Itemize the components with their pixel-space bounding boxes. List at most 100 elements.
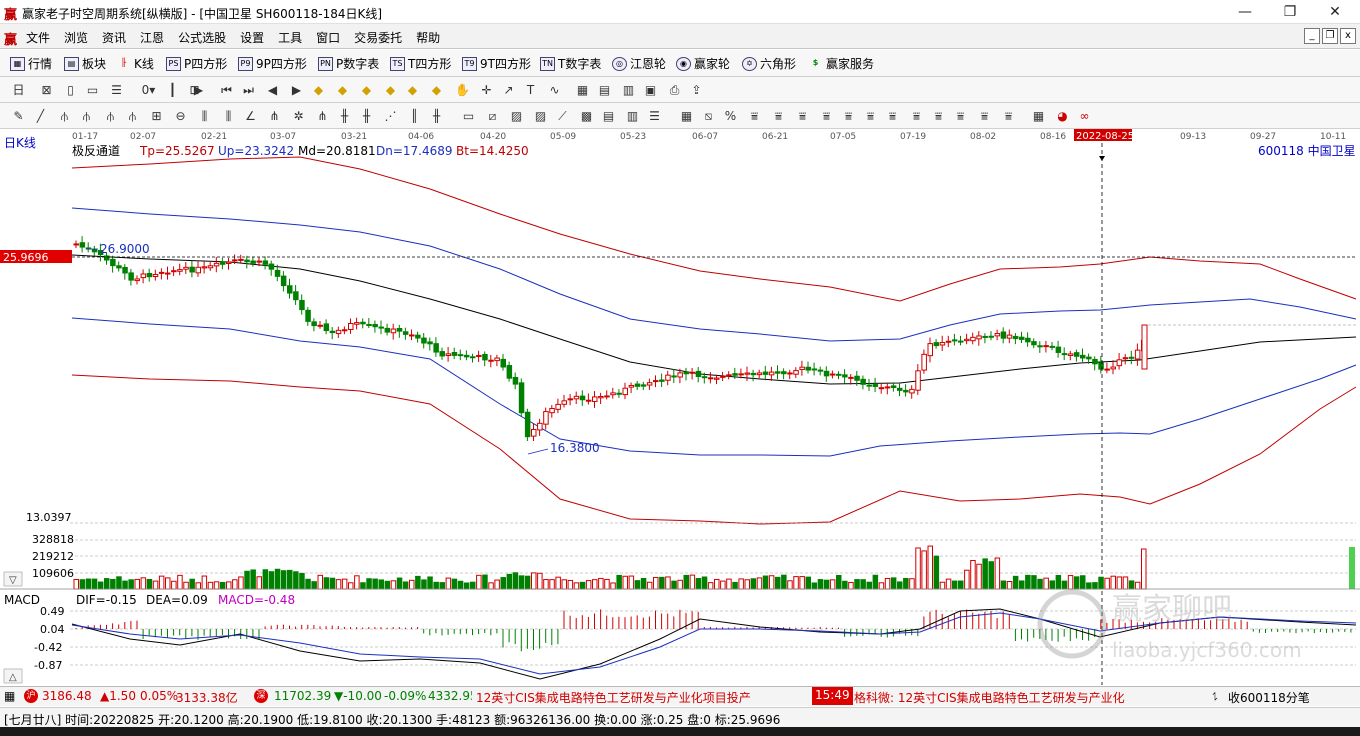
search-stock-icon[interactable]: ⊠ <box>38 82 55 98</box>
cycle-tool-icon[interactable]: ⊞ <box>148 108 165 124</box>
sz-index-value[interactable]: 11702.39 <box>274 689 331 703</box>
toolbar-p-square-button[interactable]: PS P四方形 <box>166 55 227 72</box>
diamond-4-icon[interactable]: ◆ <box>382 82 399 98</box>
tick-data-link[interactable]: 收600118分笔 <box>1228 689 1310 706</box>
fork-tool-icon[interactable]: ⫛ <box>56 108 73 124</box>
scroll-indicator[interactable] <box>1349 547 1355 589</box>
sh-index-value[interactable]: 3186.48 <box>42 689 92 703</box>
export-icon[interactable]: ⇪ <box>688 82 705 98</box>
trend-tool-icon[interactable]: ⟋ <box>554 108 571 124</box>
box-tool-icon[interactable]: ▭ <box>460 108 477 124</box>
news-ticker-2[interactable]: 格科微: 12英寸CIS集成电路特色工艺研发与产业化 <box>854 689 1200 706</box>
hatch-tool-icon[interactable]: ▨ <box>532 108 549 124</box>
period-select-icon[interactable]: 日▾ <box>10 82 27 113</box>
vertical-line-icon[interactable]: ┃ <box>164 82 181 98</box>
diamond-6-icon[interactable]: ◆ <box>428 82 445 98</box>
fill-tool-icon[interactable]: ▩ <box>578 108 595 124</box>
draw-line-icon[interactable]: ↗ <box>500 82 517 98</box>
diamond-5-icon[interactable]: ◆ <box>404 82 421 98</box>
toolbar-9t-square-button[interactable]: T9 9T四方形 <box>462 55 531 72</box>
fib-tool-5-icon[interactable]: ⩸ <box>840 108 857 124</box>
circle-tool-icon[interactable]: ⊖ <box>172 108 189 124</box>
pie-chart-icon[interactable]: ◕ <box>1054 108 1071 124</box>
kline-chart-svg[interactable]: 01-17 02-07 02-21 03-07 03-21 04-06 04-20 05-09… <box>0 129 1360 685</box>
menu-gann[interactable]: 江恩 <box>140 29 164 46</box>
menu-formula[interactable]: 公式选股 <box>178 29 226 46</box>
comb-tool-icon[interactable]: ⫛ <box>102 108 119 124</box>
channel-tool-icon[interactable]: ⫼ <box>220 108 237 124</box>
toolbar-sector-button[interactable]: ▤ 板块 <box>64 55 106 72</box>
minimize-button[interactable]: — <box>1230 2 1260 22</box>
menu-window[interactable]: 窗口 <box>316 29 340 46</box>
market-grid-icon[interactable]: ▦ <box>4 689 15 703</box>
fib-tool-11-icon[interactable]: ⩸ <box>976 108 993 124</box>
wave-tool-icon[interactable]: ∿ <box>546 82 563 98</box>
toolbar-p-table-button[interactable]: PN P数字表 <box>318 55 379 72</box>
close-button[interactable]: ✕ <box>1320 2 1350 22</box>
menu-settings[interactable]: 设置 <box>240 29 264 46</box>
first-icon[interactable]: ⏮ <box>218 82 235 98</box>
square-tool-icon[interactable]: ▨ <box>508 108 525 124</box>
fib-tool-2-icon[interactable]: ⩸ <box>770 108 787 124</box>
rect-fill-icon[interactable]: ▤ <box>600 108 617 124</box>
fib-tool-12-icon[interactable]: ⩸ <box>1000 108 1017 124</box>
save-icon[interactable]: ▣ <box>642 82 659 98</box>
table-view-icon[interactable]: ▦ <box>1030 108 1047 124</box>
next-icon[interactable]: ▶ <box>288 82 305 98</box>
crosshair-icon[interactable]: ✛ <box>478 82 495 98</box>
menu-tools[interactable]: 工具 <box>278 29 302 46</box>
fib-tool-10-icon[interactable]: ⩸ <box>952 108 969 124</box>
diag-tool-icon[interactable]: ⧄ <box>484 108 501 124</box>
calendar-icon[interactable]: ▦ <box>574 82 591 98</box>
mdi-minimize-button[interactable]: _ <box>1304 28 1320 44</box>
pen-tool-icon[interactable]: ✎ <box>10 108 27 124</box>
hlines-tool-icon[interactable]: ╫ <box>428 108 445 124</box>
fib-tool-8-icon[interactable]: ⩸ <box>908 108 925 124</box>
diamond-3-icon[interactable]: ◆ <box>358 82 375 98</box>
data-table-icon[interactable]: ▦ <box>678 108 695 124</box>
list-icon[interactable]: ☰ <box>108 82 125 98</box>
mdi-restore-button[interactable]: ❐ <box>1322 28 1338 44</box>
ratio-tool-icon[interactable]: ⧅ <box>700 108 717 124</box>
menu-info[interactable]: 资讯 <box>102 29 126 46</box>
kline-chart-area[interactable]: 01-17 02-07 02-21 03-07 03-21 04-06 04-20 05-09… <box>0 129 1360 685</box>
play-forward-icon[interactable]: ▶ <box>190 82 207 98</box>
print-icon[interactable]: ⎙ <box>666 82 683 98</box>
toolbar-9p-square-button[interactable]: P9 9P四方形 <box>238 55 307 72</box>
menu-help[interactable]: 帮助 <box>416 29 440 46</box>
parallel-tool-icon[interactable]: ⫼ <box>196 108 213 124</box>
fan-tool-icon[interactable]: ⋔ <box>266 108 283 124</box>
sheet-icon[interactable]: ▥ <box>620 82 637 98</box>
fib-tool-3-icon[interactable]: ⩸ <box>794 108 811 124</box>
menu-trade[interactable]: 交易委托 <box>354 29 402 46</box>
star-tool-icon[interactable]: ✲ <box>290 108 307 124</box>
mdi-close-button[interactable]: x <box>1340 28 1356 44</box>
text-tool-icon[interactable]: T <box>522 82 539 98</box>
columns-tool-icon[interactable]: ▥ <box>624 108 641 124</box>
document-icon[interactable]: ▯ <box>62 82 79 98</box>
diamond-2-icon[interactable]: ◆ <box>334 82 351 98</box>
toolbar-gann-wheel-button[interactable]: ◎ 江恩轮 <box>612 55 666 72</box>
percent-icon[interactable]: % <box>722 108 739 124</box>
toolbar-winner-wheel-button[interactable]: ◉ 赢家轮 <box>676 55 730 72</box>
bar-tool-icon[interactable]: ╫ <box>336 108 353 124</box>
table-icon[interactable]: ▤ <box>596 82 613 98</box>
bars-tool-icon[interactable]: ╫ <box>358 108 375 124</box>
fib-tool-1-icon[interactable]: ⩸ <box>746 108 763 124</box>
toolbar-quote-button[interactable]: ▦ 行情 <box>10 55 52 72</box>
angle-tool-icon[interactable]: ∠ <box>242 108 259 124</box>
hand-icon[interactable]: ✋ <box>454 82 471 98</box>
grid-tool-icon[interactable]: ⫛ <box>78 108 95 124</box>
menu-file[interactable]: 文件 <box>26 29 50 46</box>
fib-tool-7-icon[interactable]: ⩸ <box>884 108 901 124</box>
wave-fan-icon[interactable]: ⋔ <box>314 108 331 124</box>
ray-tool-icon[interactable]: ╱ <box>32 108 49 124</box>
fib-tool-9-icon[interactable]: ⩸ <box>930 108 947 124</box>
news-ticker-1[interactable]: 12英寸CIS集成电路特色工艺研发与产业化项目投产 <box>476 689 806 706</box>
prev-icon[interactable]: ◀ <box>264 82 281 98</box>
toolbar-kline-button[interactable]: ╟ K线 <box>116 55 154 72</box>
app-menu-icon[interactable]: 赢 <box>4 29 17 48</box>
zero-select-icon[interactable]: 0▾ <box>140 82 157 98</box>
menu-browse[interactable]: 浏览 <box>64 29 88 46</box>
report-icon[interactable]: ▭ <box>84 82 101 98</box>
